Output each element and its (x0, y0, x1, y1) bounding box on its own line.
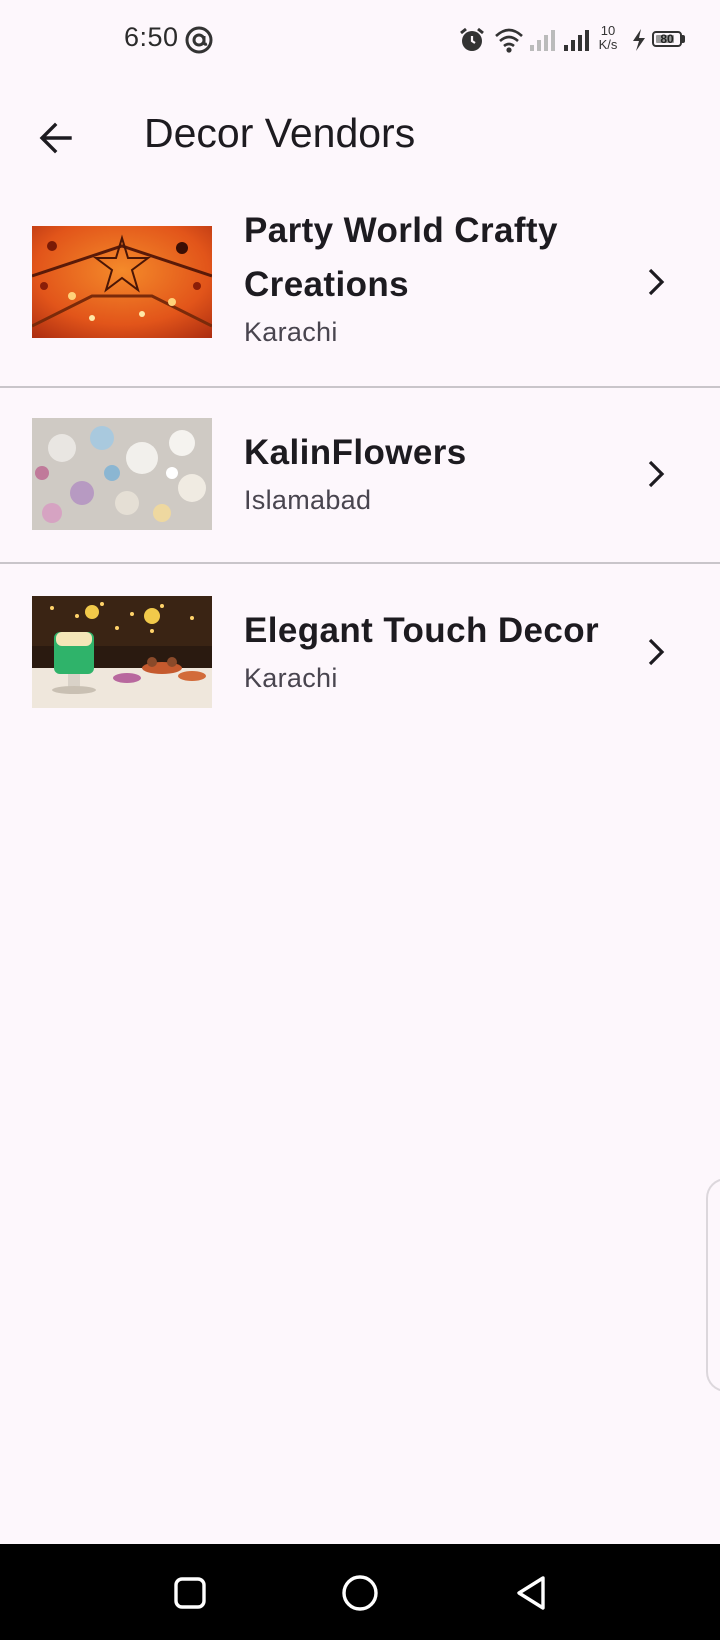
battery-tip (682, 35, 685, 43)
home-button[interactable] (335, 1568, 385, 1618)
page-title: Decor Vendors (144, 110, 416, 156)
vendor-name: KalinFlowers (244, 433, 467, 472)
system-nav-bar (0, 1544, 720, 1640)
vendor-image (32, 596, 212, 708)
wifi-icon (495, 28, 523, 53)
recent-apps-icon (174, 1577, 206, 1609)
signal-strong-icon (564, 30, 589, 51)
status-time: 6:50 (124, 22, 179, 52)
status-bar: 6:50 10 K/s 80 (0, 0, 720, 80)
vendor-image (32, 226, 212, 338)
back-button[interactable] (26, 108, 86, 168)
vendor-item[interactable]: Party World Crafty Creations Karachi (0, 190, 720, 388)
network-speed-unit: K/s (598, 37, 618, 52)
alarm-icon (460, 27, 484, 51)
at-sign-icon (185, 26, 213, 54)
vendor-city: Karachi (244, 317, 338, 347)
vendor-text: KalinFlowers Islamabad (244, 426, 614, 520)
signal-weak-icon (530, 30, 555, 51)
vendor-item[interactable]: Elegant Touch Decor Karachi (0, 564, 720, 740)
network-speed-value: 10 (600, 23, 616, 38)
arrow-left-icon (39, 122, 72, 154)
screen: 6:50 10 K/s 80 Decor Vendors Party World… (0, 0, 720, 1640)
chevron-right-icon (640, 454, 672, 494)
party-decor-photo (32, 226, 212, 338)
chevron-right-icon (640, 632, 672, 672)
vendor-name: Party World Crafty Creations (244, 211, 558, 304)
network-speed: 10 K/s (594, 24, 622, 52)
charging-icon (633, 29, 645, 51)
app-bar: Decor Vendors (0, 90, 720, 180)
vendor-list: Party World Crafty Creations Karachi Kal… (0, 190, 720, 740)
cake-table-photo (32, 596, 212, 708)
battery-level: 80 (660, 32, 674, 46)
vendor-city: Islamabad (244, 485, 372, 515)
edge-panel-handle[interactable] (706, 1178, 720, 1392)
recent-apps-button[interactable] (165, 1568, 215, 1618)
battery-icon: 80 (652, 31, 682, 47)
back-triangle-icon (517, 1576, 545, 1610)
vendor-text: Party World Crafty Creations Karachi (244, 204, 614, 352)
vendor-image (32, 418, 212, 530)
flowers-photo (32, 418, 212, 530)
vendor-item[interactable]: KalinFlowers Islamabad (0, 388, 720, 564)
vendor-city: Karachi (244, 663, 338, 693)
vendor-name: Elegant Touch Decor (244, 611, 600, 650)
vendor-text: Elegant Touch Decor Karachi (244, 604, 614, 698)
chevron-right-icon (640, 262, 672, 302)
back-nav-button[interactable] (506, 1568, 556, 1618)
home-icon (342, 1575, 378, 1611)
